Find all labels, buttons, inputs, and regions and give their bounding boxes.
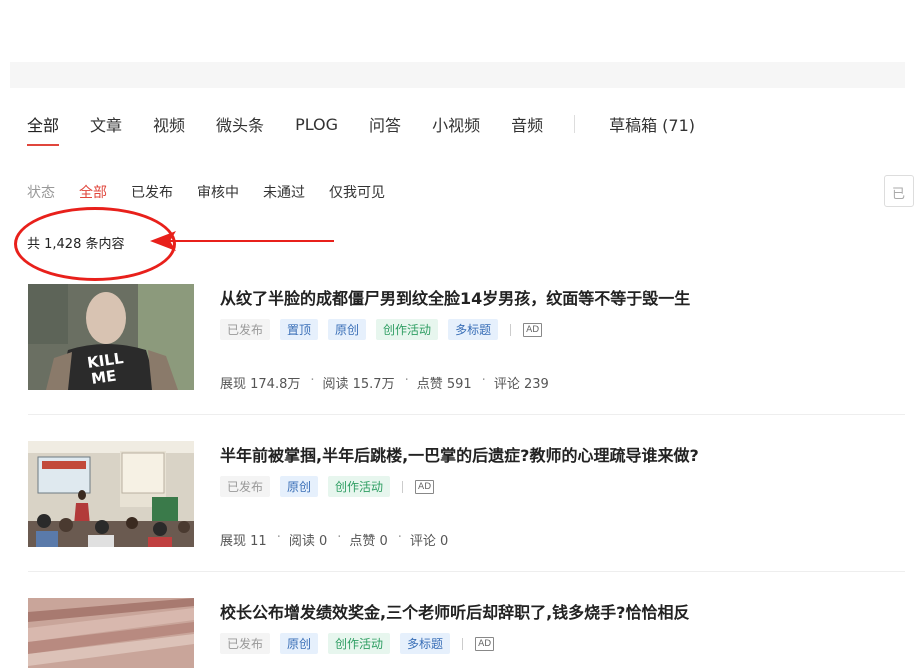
stat-impressions: 展现 11 [220,534,267,549]
article-title[interactable]: 半年前被掌掴,半年后跳楼,一巴掌的后遗症?教师的心理疏导谁来做? [220,442,699,466]
stat-dot: · [404,373,409,388]
tab-videos[interactable]: 视频 [153,112,185,136]
stat-comments: 评论 239 [493,377,549,392]
article-title[interactable]: 从纹了半脸的成都僵尸男到纹全脸14岁男孩，纹面等不等于毁一生 [220,285,690,309]
article-thumbnail[interactable] [28,598,194,668]
article-divider [28,414,905,415]
status-filter: 状态 全部 已发布 审核中 未通过 仅我可见 [27,182,409,202]
top-bar [10,62,905,88]
tab-qa[interactable]: 问答 [369,112,401,136]
tag-separator [402,480,404,493]
tab-articles[interactable]: 文章 [90,112,122,136]
stat-likes: 点赞 591 [416,377,472,392]
stat-dot: · [397,530,402,545]
tag-original: 原创 [280,633,319,654]
article-title[interactable]: 校长公布增发绩效奖金,三个老师听后却辞职了,钱多烧手?恰恰相反 [220,599,689,623]
stat-dot: · [481,373,486,388]
article-tags: 已发布 原创 创作活动 多标题 AD [220,633,495,654]
tag-published: 已发布 [220,476,271,497]
date-picker-box[interactable]: 已 [884,175,914,207]
tag-activity: 创作活动 [328,476,391,497]
status-filter-label: 状态 [27,185,55,201]
tag-original: 原创 [328,319,367,340]
filter-all[interactable]: 全部 [79,182,107,202]
tag-activity: 创作活动 [328,633,391,654]
tag-multi-title: 多标题 [448,319,499,340]
article-thumbnail[interactable] [28,441,194,547]
filter-published[interactable]: 已发布 [131,182,173,202]
stat-dot: · [276,530,281,545]
ad-icon: AD [415,479,435,494]
tag-separator [462,637,464,650]
article-divider [28,571,905,572]
ad-icon: AD [523,322,543,337]
tab-divider [574,115,576,133]
tab-short-videos[interactable]: 小视频 [432,112,480,136]
stat-reads: 阅读 0 [288,534,328,549]
svg-text:ME: ME [90,367,117,388]
stat-dot: · [337,530,342,545]
tag-separator [510,323,512,336]
filter-private[interactable]: 仅我可见 [329,182,385,202]
article-stats: 展现 11 · 阅读 0 · 点赞 0 · 评论 0 [220,530,452,549]
tag-pinned: 置顶 [280,319,319,340]
tag-activity: 创作活动 [376,319,439,340]
tab-plog[interactable]: PLOG [295,115,338,134]
article-stats: 展现 174.8万 · 阅读 15.7万 · 点赞 591 · 评论 239 [220,373,553,392]
article-tags: 已发布 置顶 原创 创作活动 多标题 AD [220,319,543,340]
tag-original: 原创 [280,476,319,497]
tab-audio[interactable]: 音频 [511,112,543,136]
tab-all[interactable]: 全部 [27,112,60,146]
content-type-tabs: 全部 文章 视频 微头条 PLOG 问答 小视频 音频 草稿箱 (71) [27,112,726,146]
tag-published: 已发布 [220,633,271,654]
ad-icon: AD [475,636,495,651]
stat-dot: · [310,373,315,388]
tab-micro-headlines[interactable]: 微头条 [216,112,264,136]
tab-drafts[interactable]: 草稿箱 (71) [609,112,695,136]
filter-reviewing[interactable]: 审核中 [197,182,239,202]
stat-likes: 点赞 0 [349,534,388,549]
filter-rejected[interactable]: 未通过 [263,182,305,202]
tag-multi-title: 多标题 [400,633,451,654]
stat-comments: 评论 0 [409,534,449,549]
article-thumbnail[interactable]: KILL ME [28,284,194,390]
article-tags: 已发布 原创 创作活动 AD [220,476,435,497]
tag-published: 已发布 [220,319,271,340]
stat-reads: 阅读 15.7万 [322,377,395,392]
annotation-arrow [150,231,334,251]
stat-impressions: 展现 174.8万 [220,377,301,392]
